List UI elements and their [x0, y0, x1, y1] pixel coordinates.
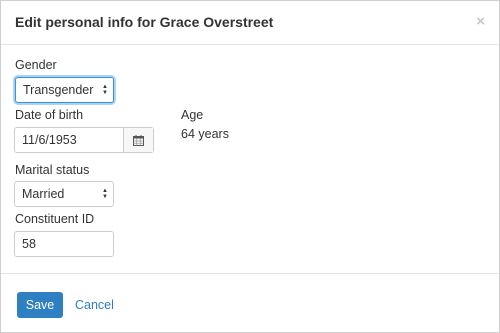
gender-label: Gender — [15, 58, 57, 72]
save-button[interactable]: Save — [17, 292, 63, 318]
marital-status-label: Marital status — [15, 163, 90, 177]
age-value: 64 years — [181, 127, 229, 141]
select-arrows-icon: ▲ ▼ — [102, 84, 108, 96]
age-label: Age — [181, 108, 204, 122]
gender-select-value: Transgender — [23, 83, 94, 97]
marital-status-select[interactable]: Married ▲ ▼ — [14, 181, 114, 207]
marital-status-select-value: Married — [22, 187, 65, 201]
edit-personal-info-dialog: Edit personal info for Grace Overstreet … — [0, 0, 500, 333]
date-of-birth-field: 11/6/1953 — [14, 127, 154, 153]
calendar-button[interactable] — [123, 128, 153, 152]
cancel-button[interactable]: Cancel — [75, 292, 114, 318]
constituent-id-label: Constituent ID — [15, 212, 95, 226]
modal-header: Edit personal info for Grace Overstreet … — [1, 1, 499, 45]
date-of-birth-label: Date of birth — [15, 108, 84, 122]
date-of-birth-input[interactable]: 11/6/1953 — [22, 128, 77, 152]
constituent-id-input[interactable]: 58 — [14, 231, 114, 257]
calendar-icon — [133, 134, 144, 146]
gender-select[interactable]: Transgender ▲ ▼ — [15, 77, 114, 103]
modal-title: Edit personal info for Grace Overstreet — [15, 14, 274, 30]
modal-footer: Save Cancel — [1, 273, 499, 333]
select-arrows-icon: ▲ ▼ — [102, 188, 108, 200]
close-button[interactable]: × — [476, 13, 485, 30]
